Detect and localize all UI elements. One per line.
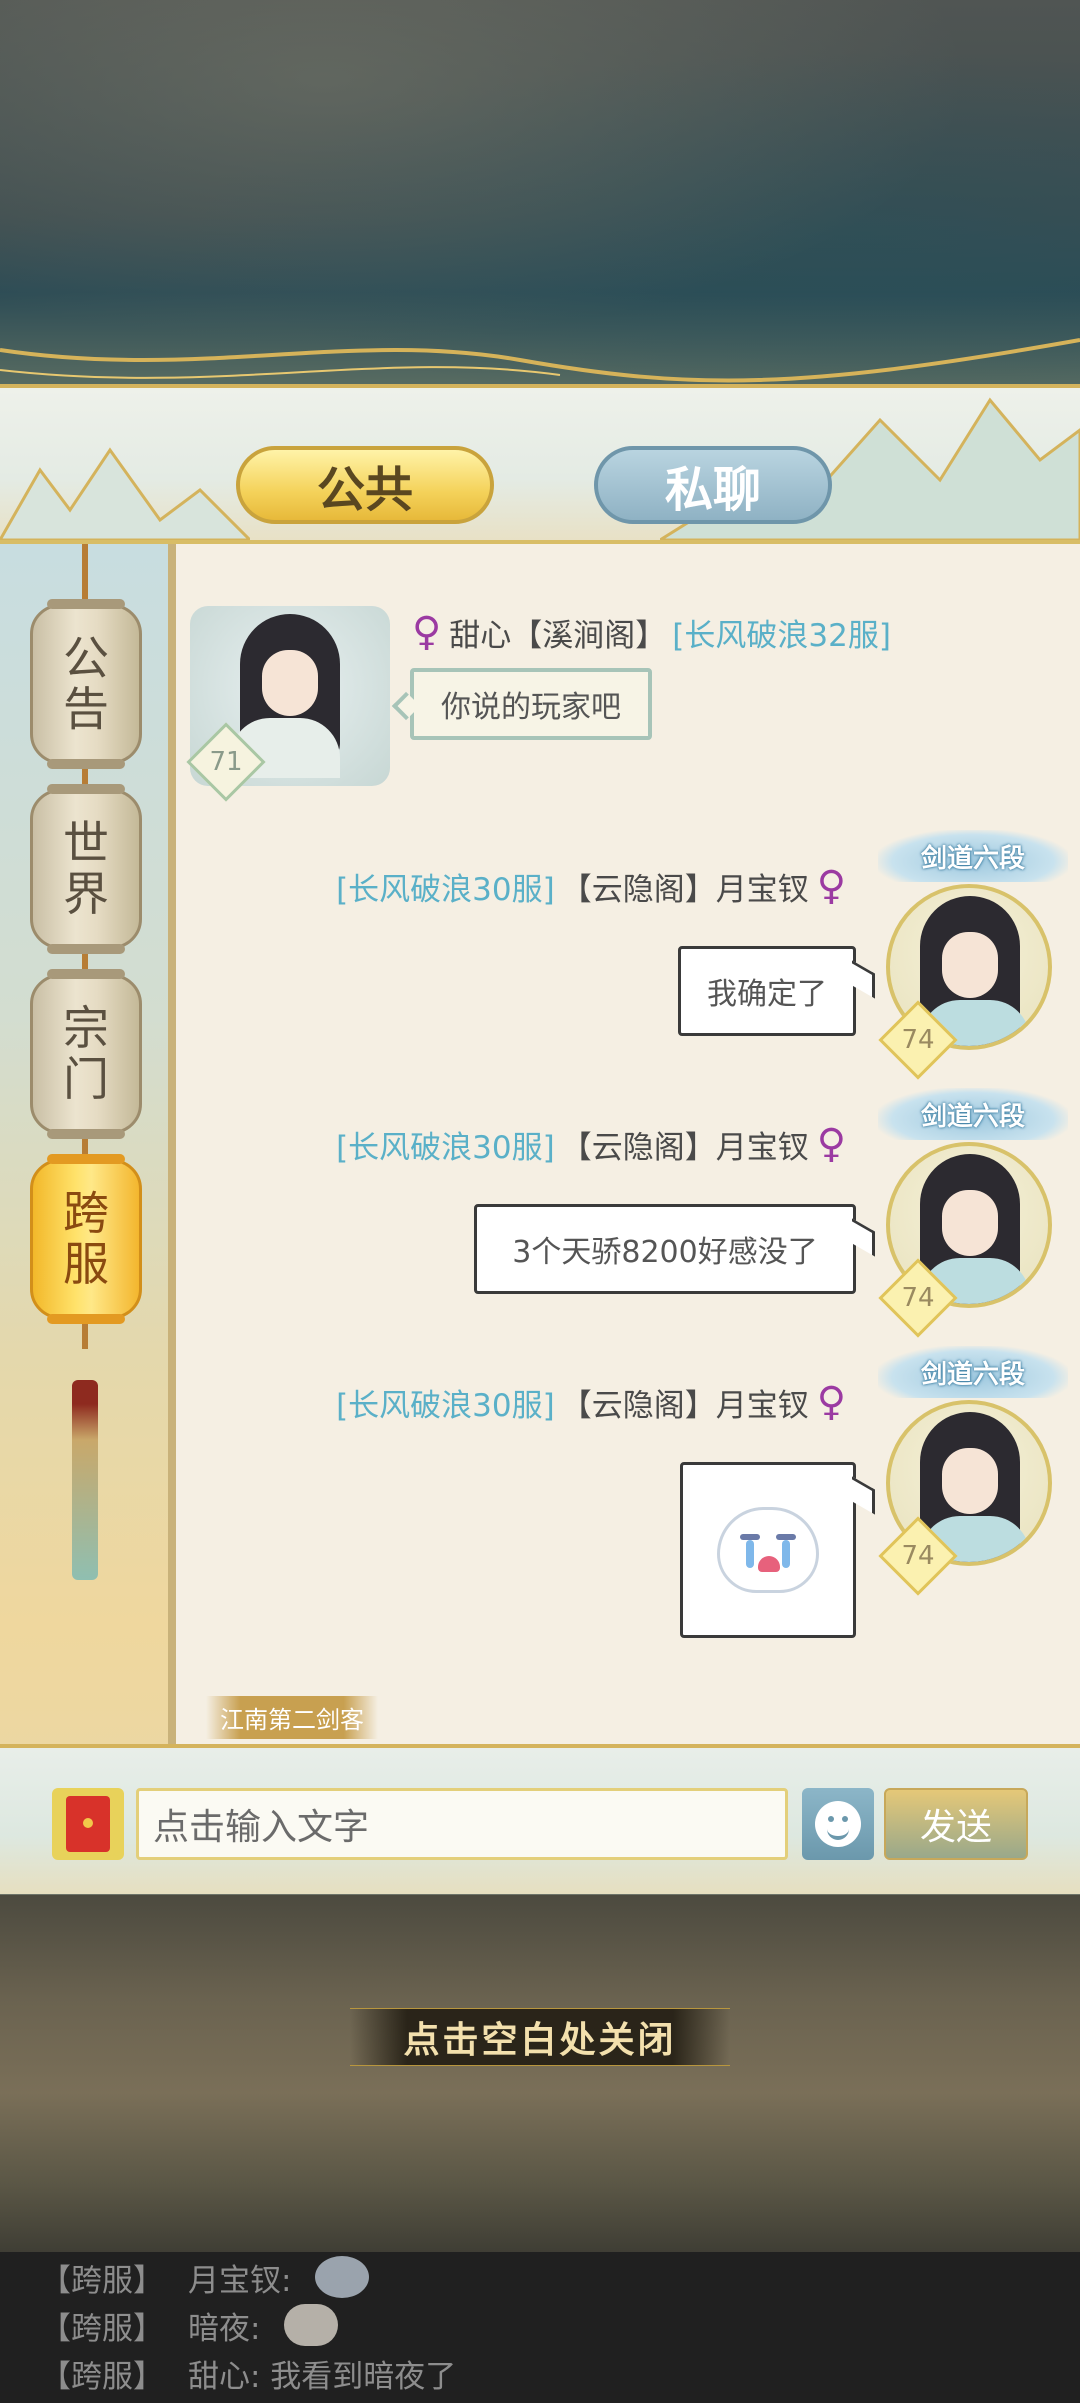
crying-face-icon — [717, 1507, 819, 1593]
tab-public[interactable]: 公共 — [236, 446, 494, 524]
sender-name[interactable]: 月宝钗 — [716, 864, 809, 909]
seal-sticker-icon — [284, 2304, 339, 2346]
emoji-button[interactable] — [802, 1788, 874, 1860]
message-text: 我确定了 — [707, 977, 827, 1012]
lantern-rope — [82, 544, 88, 604]
title-badge: 剑道六段 — [878, 1346, 1068, 1398]
send-button[interactable]: 发送 — [884, 1788, 1028, 1860]
input-placeholder: 点击输入文字 — [153, 1807, 370, 1848]
message-text: 3个天骄8200好感没了 — [512, 1235, 818, 1270]
sender-server: [长风破浪32服] — [672, 617, 891, 654]
crying-face-icon — [315, 2256, 370, 2298]
ticker-channel: 【跨服】 — [40, 2310, 164, 2347]
female-icon: ♀ — [816, 863, 846, 909]
title-badge: 剑道六段 — [878, 1088, 1068, 1140]
smiley-icon — [815, 1801, 861, 1847]
female-icon: ♀ — [412, 609, 442, 655]
ticker-text: 甜心: 我看到暗夜了 — [188, 2358, 457, 2395]
sender-guild: 【溪涧阁】 — [511, 617, 667, 654]
sidebar-item-label: 跨 服 — [63, 1186, 109, 1291]
red-packet-button[interactable] — [52, 1788, 124, 1860]
sender-server: [长风破浪30服] — [336, 871, 555, 908]
sender-server: [长风破浪30服] — [336, 1129, 555, 1166]
ticker-text: 暗夜: — [188, 2310, 261, 2347]
message-bubble[interactable]: 你说的玩家吧 — [410, 668, 652, 740]
tab-private[interactable]: 私聊 — [594, 446, 832, 524]
chat-ticker[interactable]: 【跨服】 月宝钗: 【跨服】 暗夜: 【跨服】 甜心: 我看到暗夜了 — [0, 2252, 1080, 2403]
ticker-channel: 【跨服】 — [40, 2262, 164, 2299]
sender-name[interactable]: 甜心 — [449, 610, 511, 655]
sender-guild: 【云隐阁】 — [560, 871, 716, 908]
sticker-bubble[interactable] — [680, 1462, 856, 1638]
close-hint[interactable]: 点击空白处关闭 — [350, 2008, 730, 2066]
sender-guild: 【云隐阁】 — [560, 1387, 716, 1424]
ticker-channel: 【跨服】 — [40, 2358, 164, 2395]
message-header: [长风破浪30服] 【云隐阁】 月宝钗 ♀ — [336, 1378, 846, 1426]
sidebar-item-label: 世 界 — [63, 816, 109, 921]
sidebar-item-announcement[interactable]: 公 告 — [30, 599, 142, 769]
sender-name[interactable]: 月宝钗 — [716, 1122, 809, 1167]
sender-name[interactable]: 月宝钗 — [716, 1380, 809, 1425]
sidebar-item-label: 宗 门 — [63, 1001, 109, 1106]
tassel-decoration — [72, 1380, 98, 1580]
message-header: [长风破浪30服] 【云隐阁】 月宝钗 ♀ — [336, 1120, 846, 1168]
ticker-line: 【跨服】 月宝钗: — [40, 2254, 370, 2300]
background-scenery-bottom[interactable] — [0, 1895, 1080, 2255]
message-bubble[interactable]: 3个天骄8200好感没了 — [474, 1204, 856, 1294]
chat-input-bar: 点击输入文字 发送 — [0, 1744, 1080, 1894]
message-text: 你说的玩家吧 — [441, 690, 621, 725]
ticker-line: 【跨服】 暗夜: — [40, 2302, 339, 2348]
sender-server: [长风破浪30服] — [336, 1387, 555, 1424]
sidebar-item-sect[interactable]: 宗 门 — [30, 969, 142, 1139]
female-icon: ♀ — [816, 1121, 846, 1167]
message-header: ♀ 甜心 【溪涧阁】 [长风破浪32服] — [412, 608, 891, 656]
female-icon: ♀ — [816, 1379, 846, 1425]
ticker-line: 【跨服】 甜心: 我看到暗夜了 — [40, 2350, 456, 2396]
sidebar-item-world[interactable]: 世 界 — [30, 784, 142, 954]
message-bubble[interactable]: 我确定了 — [678, 946, 856, 1036]
title-stamp: 江南第二剑客 — [206, 1696, 378, 1739]
chat-text-input[interactable]: 点击输入文字 — [136, 1788, 788, 1860]
sidebar-item-label: 公 告 — [63, 631, 109, 736]
message-header: [长风破浪30服] 【云隐阁】 月宝钗 ♀ — [336, 862, 846, 910]
sidebar-item-cross-server[interactable]: 跨 服 — [30, 1154, 142, 1324]
mountain-decoration-left — [0, 447, 250, 540]
title-badge: 剑道六段 — [878, 830, 1068, 882]
sidebar-divider — [168, 544, 176, 1894]
ticker-text: 月宝钗: — [188, 2262, 292, 2299]
sender-guild: 【云隐阁】 — [560, 1129, 716, 1166]
panel-header: 公共 私聊 — [0, 384, 1080, 544]
chat-panel: 公共 私聊 公 告 世 界 宗 门 跨 服 71 ♀ 甜心 【溪涧阁】 [长风破… — [0, 384, 1080, 1894]
red-envelope-icon — [66, 1796, 110, 1852]
